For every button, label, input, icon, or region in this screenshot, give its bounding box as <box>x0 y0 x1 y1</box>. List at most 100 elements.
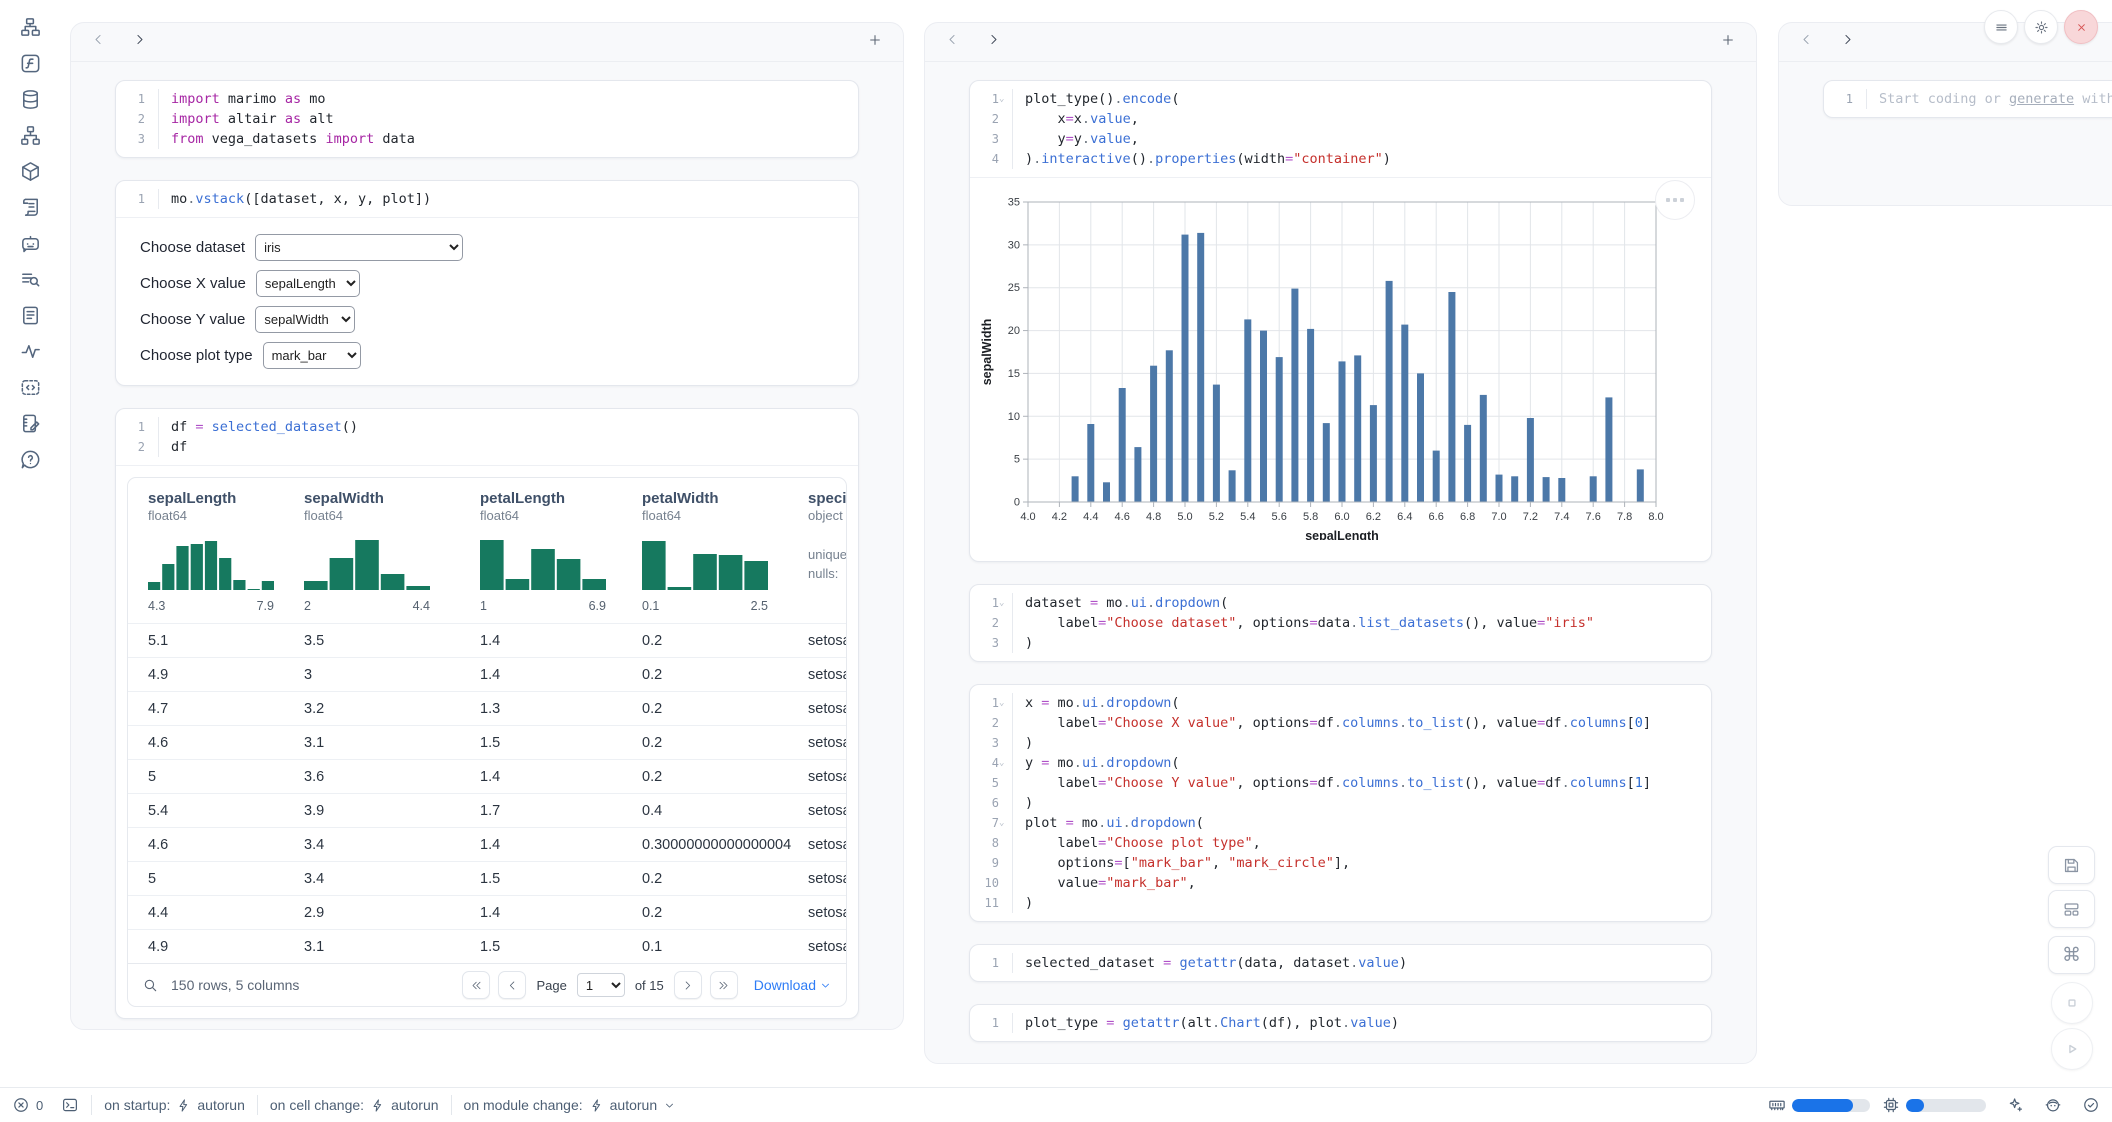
sidebar-item-file-tree[interactable] <box>19 16 42 39</box>
table-column-header[interactable]: sepalLengthfloat644.37.9 <box>148 490 304 613</box>
dropdown-select[interactable]: sepalLength <box>256 270 360 297</box>
runtime-config-item[interactable]: on module change:autorun <box>464 1097 677 1113</box>
last-page-button[interactable] <box>710 971 738 999</box>
line-number: 4 <box>992 753 999 773</box>
table-column-header[interactable]: sepalWidthfloat6424.4 <box>304 490 480 613</box>
sidebar-item-database[interactable] <box>19 88 42 111</box>
chatbot-panel-button[interactable] <box>2044 1096 2062 1114</box>
sidebar-item-function[interactable] <box>19 52 42 75</box>
chevron-down-icon <box>663 1099 676 1112</box>
svg-text:7.2: 7.2 <box>1523 511 1538 523</box>
code-editor-vstack[interactable]: 1mo.vstack([dataset, x, y, plot]) <box>116 181 858 217</box>
chart-options-button[interactable] <box>1655 180 1695 220</box>
code-editor-plot[interactable]: 1⌄234plot_type().encode( x=x.value, y=y.… <box>970 81 1711 177</box>
save-button[interactable] <box>2048 846 2095 884</box>
cpu-icon <box>1882 1096 1900 1114</box>
next-page-button[interactable] <box>674 971 702 999</box>
first-page-button[interactable] <box>462 971 490 999</box>
sidebar-item-chatbot[interactable] <box>19 232 42 255</box>
page-select[interactable]: 1 <box>577 973 625 997</box>
error-count[interactable]: 0 <box>12 1096 43 1114</box>
runtime-config-item[interactable]: on startup:autorun <box>104 1097 245 1113</box>
sidebar-item-snippet[interactable] <box>19 376 42 399</box>
column-prev-button[interactable] <box>1799 32 1814 52</box>
code-editor-df[interactable]: 12df = selected_dataset()df <box>116 409 858 465</box>
line-number: 3 <box>992 633 999 653</box>
download-button[interactable]: Download <box>754 977 832 993</box>
svg-text:4.6: 4.6 <box>1115 511 1130 523</box>
table-column-header[interactable]: petalLengthfloat6416.9 <box>480 490 642 613</box>
line-number: 9 <box>992 853 999 873</box>
column-next-button[interactable] <box>986 32 1001 52</box>
prev-page-button[interactable] <box>498 971 526 999</box>
collapse-caret-icon[interactable]: ⌄ <box>999 813 1009 833</box>
cpu-usage-bar <box>1906 1099 1986 1112</box>
line-number: 6 <box>992 793 999 813</box>
column-dtype: object <box>808 508 847 523</box>
layout-toggle-button[interactable] <box>2048 890 2095 928</box>
dropdown-select[interactable]: iris <box>255 234 463 261</box>
stop-kernel-button[interactable] <box>2051 982 2093 1024</box>
sidebar-item-document[interactable] <box>19 304 42 327</box>
table-column-header[interactable]: petalWidthfloat640.12.5 <box>642 490 808 613</box>
help-icon <box>19 448 42 471</box>
sidebar-item-help[interactable] <box>19 448 42 471</box>
column-prev-button[interactable] <box>945 32 960 52</box>
code-editor-dataset[interactable]: 1⌄23dataset = mo.ui.dropdown( label="Cho… <box>970 585 1711 661</box>
svg-text:5: 5 <box>1014 454 1020 466</box>
column-name: species <box>808 490 847 507</box>
add-column-button[interactable] <box>1720 32 1736 53</box>
runtime-config-item[interactable]: on cell change:autorun <box>270 1097 439 1113</box>
code-editor-plot-type[interactable]: 1plot_type = getattr(alt.Chart(df), plot… <box>970 1005 1711 1041</box>
code-editor-xyplot[interactable]: 1⌄234⌄567⌄891011x = mo.ui.dropdown( labe… <box>970 685 1711 921</box>
layout-icon <box>2062 900 2081 919</box>
collapse-caret-icon[interactable]: ⌄ <box>999 89 1009 109</box>
table-column-header[interactable]: speciesobjectunique:nulls: <box>808 490 847 613</box>
column-next-button[interactable] <box>1840 32 1855 52</box>
collapse-caret-icon[interactable]: ⌄ <box>999 593 1009 613</box>
sidebar-item-graph[interactable] <box>19 124 42 147</box>
svg-text:20: 20 <box>1008 325 1020 337</box>
ai-assist-button[interactable] <box>2006 1096 2024 1114</box>
settings-button[interactable] <box>2024 10 2058 44</box>
line-number: 7 <box>992 813 999 833</box>
search-icon[interactable] <box>142 977 159 994</box>
notebook-menu-button[interactable] <box>1984 10 2018 44</box>
terminal-button[interactable] <box>61 1096 79 1114</box>
notebook-column-3: 1Start coding or generate with AI <box>1778 22 2112 206</box>
add-column-button[interactable] <box>867 32 883 53</box>
collapse-caret-icon[interactable]: ⌄ <box>999 693 1009 713</box>
sidebar-item-activity[interactable] <box>19 340 42 363</box>
sidebar-item-scratchpad[interactable] <box>19 412 42 435</box>
keyboard-shortcuts-button[interactable]: ⌘ <box>2048 936 2095 974</box>
svg-text:6.8: 6.8 <box>1460 511 1475 523</box>
runtime-config-label: on module change: <box>464 1097 583 1113</box>
column-prev-button[interactable] <box>91 32 106 52</box>
sidebar-item-package[interactable] <box>19 160 42 183</box>
code-cell-imports: 123import marimo as moimport altair as a… <box>115 80 859 158</box>
collapse-caret-icon[interactable]: ⌄ <box>999 753 1009 773</box>
dropdown-select[interactable]: mark_bar <box>263 342 361 369</box>
table-row: 4.63.41.40.30000000000000004setosa <box>128 827 846 861</box>
code-editor-empty[interactable]: 1Start coding or generate with AI <box>1824 81 2112 117</box>
sidebar-item-search-list[interactable] <box>19 268 42 291</box>
connection-status[interactable] <box>2082 1096 2100 1114</box>
altair-bar-chart[interactable]: 4.04.24.44.64.85.05.25.45.65.86.06.26.46… <box>978 188 1678 540</box>
table-cell: 1.5 <box>480 735 642 751</box>
line-number: 1 <box>1846 89 1853 109</box>
table-cell: setosa <box>808 701 846 717</box>
run-all-button[interactable] <box>2051 1028 2093 1070</box>
svg-text:35: 35 <box>1008 197 1020 209</box>
shutdown-button[interactable] <box>2064 10 2098 44</box>
page-of-label: of 15 <box>635 978 664 993</box>
line-number: 3 <box>138 129 145 149</box>
code-editor-imports[interactable]: 123import marimo as moimport altair as a… <box>116 81 858 157</box>
file-tree-icon <box>19 16 42 39</box>
code-cell-vstack: 1mo.vstack([dataset, x, y, plot]) Choose … <box>115 180 859 386</box>
control-row: Choose plot typemark_bar <box>140 342 834 369</box>
dropdown-select[interactable]: sepalWidth <box>255 306 355 333</box>
line-numbers: 12 <box>116 417 159 457</box>
column-next-button[interactable] <box>132 32 147 52</box>
sidebar-item-scroll[interactable] <box>19 196 42 219</box>
code-editor-selected-dataset[interactable]: 1selected_dataset = getattr(data, datase… <box>970 945 1711 981</box>
